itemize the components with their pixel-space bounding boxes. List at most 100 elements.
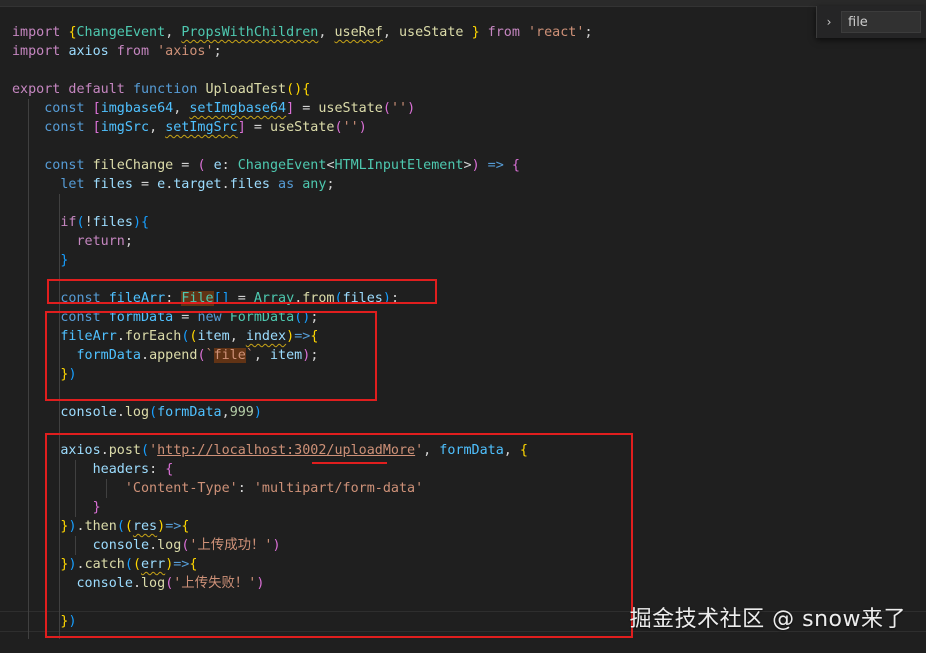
code-token: ()	[286, 82, 303, 97]
code-token: useState	[270, 120, 335, 135]
annotation-underline-url	[312, 462, 387, 464]
code-token: ,	[318, 25, 335, 40]
code-token: setImgbase64	[189, 101, 287, 116]
code-token: console	[60, 405, 117, 420]
chevron-right-icon[interactable]: ›	[821, 13, 837, 31]
code-line[interactable]: export default function UploadTest(){	[12, 80, 593, 99]
annotation-box-filearr	[47, 279, 437, 304]
code-line[interactable]: const fileChange = ( e: ChangeEvent<HTML…	[12, 156, 593, 175]
code-token: =	[294, 101, 319, 116]
code-token: )	[253, 405, 262, 420]
code-token: formData	[157, 405, 222, 420]
code-token: (	[197, 158, 206, 173]
code-line[interactable]: console.log(formData,999)	[12, 403, 593, 422]
code-line[interactable]	[12, 137, 593, 156]
code-token: (	[149, 405, 158, 420]
code-token: [	[92, 120, 101, 135]
code-token: const	[44, 101, 93, 116]
code-token: 'react'	[528, 25, 585, 40]
code-editor[interactable]: import {ChangeEvent, PropsWithChildren, …	[0, 0, 926, 653]
editor-tab-strip	[0, 0, 926, 7]
code-token: =	[132, 177, 158, 192]
code-token: {	[511, 158, 520, 173]
code-token: target	[173, 177, 222, 192]
code-token: )	[407, 101, 416, 116]
annotation-box-formdata	[45, 311, 377, 401]
watermark: 掘金技术社区 @ snow来了	[629, 607, 906, 632]
code-token: ''	[390, 101, 408, 116]
code-line[interactable]: return;	[12, 232, 593, 251]
code-token: 999	[229, 405, 254, 420]
code-token: e	[213, 158, 222, 173]
code-token: e	[157, 177, 166, 192]
code-token: export default	[12, 82, 133, 97]
code-token: ;	[213, 44, 222, 59]
code-line[interactable]: import {ChangeEvent, PropsWithChildren, …	[12, 23, 593, 42]
find-widget: ›	[816, 6, 926, 38]
find-input[interactable]	[841, 11, 921, 33]
code-token: ,	[173, 101, 190, 116]
code-line[interactable]	[12, 61, 593, 80]
code-token: files	[229, 177, 270, 192]
code-token: <	[326, 158, 335, 173]
code-token: ;	[584, 25, 593, 40]
code-token: )	[358, 120, 367, 135]
code-token: PropsWithChildren	[181, 25, 319, 40]
code-token: ,	[149, 120, 166, 135]
code-token: as	[270, 177, 303, 192]
code-token: files	[92, 215, 133, 230]
code-token: import	[12, 44, 69, 59]
code-token: :	[221, 158, 238, 173]
code-token: useRef	[334, 25, 383, 40]
code-token: files	[92, 177, 133, 192]
code-token: ,	[165, 25, 182, 40]
code-line[interactable]: if(!files){	[12, 213, 593, 232]
code-token: .	[116, 405, 125, 420]
code-token: log	[124, 405, 150, 420]
code-line[interactable]: import axios from 'axios';	[12, 42, 593, 61]
code-token: !	[84, 215, 93, 230]
code-line[interactable]: const [imgSrc, setImgSrc] = useState('')	[12, 118, 593, 137]
code-token: ,	[382, 25, 399, 40]
code-token: any	[302, 177, 327, 192]
code-token: )	[132, 215, 141, 230]
code-token: )	[471, 158, 480, 173]
code-token: fileChange	[92, 158, 174, 173]
code-token: ;	[326, 177, 335, 192]
code-token: }	[471, 25, 480, 40]
code-token: useState	[399, 25, 464, 40]
code-token: from	[479, 25, 528, 40]
code-token: const	[44, 158, 93, 173]
code-token: setImgSrc	[165, 120, 238, 135]
code-token: useState	[318, 101, 383, 116]
code-token: =	[173, 158, 198, 173]
code-token: {	[68, 25, 77, 40]
code-token: {	[141, 215, 150, 230]
code-token: >	[463, 158, 472, 173]
code-token: =	[245, 120, 270, 135]
code-token: {	[302, 82, 311, 97]
code-line[interactable]	[12, 194, 593, 213]
code-line[interactable]: }	[12, 251, 593, 270]
code-line[interactable]: const [imgbase64, setImgbase64] = useSta…	[12, 99, 593, 118]
code-token: HTMLInputElement	[334, 158, 464, 173]
code-token: ,	[221, 405, 230, 420]
code-token: }	[60, 253, 69, 268]
code-token: (	[334, 120, 343, 135]
code-token: if	[60, 215, 77, 230]
code-line[interactable]: let files = e.target.files as any;	[12, 175, 593, 194]
code-token: ]	[286, 101, 295, 116]
code-token: =>	[479, 158, 512, 173]
code-token: .	[221, 177, 230, 192]
code-token: ChangeEvent	[76, 25, 166, 40]
code-token: axios	[68, 44, 109, 59]
